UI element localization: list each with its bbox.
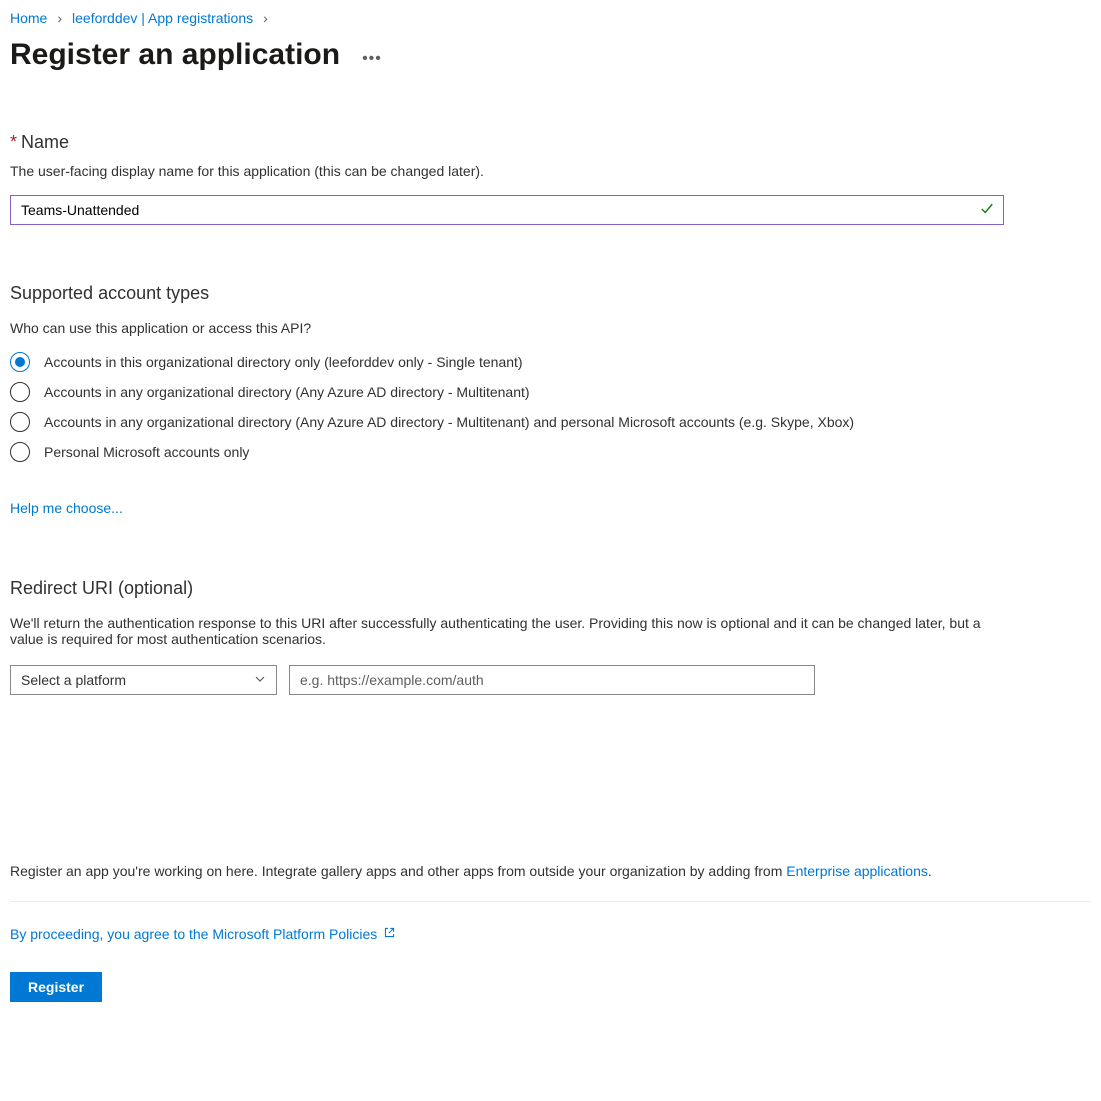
radio-icon: [10, 442, 30, 462]
chevron-right-icon: ›: [57, 10, 62, 26]
divider: [10, 901, 1091, 902]
name-label: *Name: [10, 132, 1091, 153]
name-field[interactable]: [10, 195, 1004, 225]
page-title: Register an application: [10, 38, 340, 72]
breadcrumb-path[interactable]: leeforddev | App registrations: [72, 10, 253, 26]
account-types-title: Supported account types: [10, 283, 1091, 304]
account-type-option[interactable]: Personal Microsoft accounts only: [10, 442, 1091, 462]
register-button[interactable]: Register: [10, 972, 102, 1002]
radio-icon: [10, 412, 30, 432]
account-types-subtext: Who can use this application or access t…: [10, 320, 1091, 336]
name-label-text: Name: [21, 132, 69, 152]
radio-label: Accounts in this organizational director…: [44, 354, 523, 370]
check-icon: [980, 202, 994, 219]
external-link-icon: [383, 926, 396, 942]
platform-policies-link[interactable]: By proceeding, you agree to the Microsof…: [10, 926, 377, 942]
radio-label: Accounts in any organizational directory…: [44, 414, 854, 430]
chevron-down-icon: [254, 672, 266, 688]
radio-label: Accounts in any organizational directory…: [44, 384, 530, 400]
account-type-option[interactable]: Accounts in any organizational directory…: [10, 382, 1091, 402]
redirect-uri-description: We'll return the authentication response…: [10, 615, 1010, 647]
account-type-option[interactable]: Accounts in any organizational directory…: [10, 412, 1091, 432]
more-icon[interactable]: •••: [362, 50, 382, 68]
required-asterisk: *: [10, 132, 17, 152]
enterprise-applications-link[interactable]: Enterprise applications: [786, 863, 928, 879]
footer-text-prefix: Register an app you're working on here. …: [10, 863, 786, 879]
redirect-uri-field[interactable]: [289, 665, 815, 695]
chevron-right-icon: ›: [263, 10, 268, 26]
platform-select-value: Select a platform: [21, 672, 126, 688]
name-help-text: The user-facing display name for this ap…: [10, 163, 1091, 179]
redirect-uri-title: Redirect URI (optional): [10, 578, 1091, 599]
radio-icon: [10, 382, 30, 402]
footer-period: .: [928, 863, 932, 879]
breadcrumb: Home › leeforddev | App registrations ›: [10, 10, 1091, 26]
footer-text: Register an app you're working on here. …: [10, 863, 1091, 879]
radio-label: Personal Microsoft accounts only: [44, 444, 249, 460]
account-type-option[interactable]: Accounts in this organizational director…: [10, 352, 1091, 372]
platform-select[interactable]: Select a platform: [10, 665, 277, 695]
breadcrumb-home[interactable]: Home: [10, 10, 47, 26]
radio-icon: [10, 352, 30, 372]
help-me-choose-link[interactable]: Help me choose...: [10, 500, 123, 516]
